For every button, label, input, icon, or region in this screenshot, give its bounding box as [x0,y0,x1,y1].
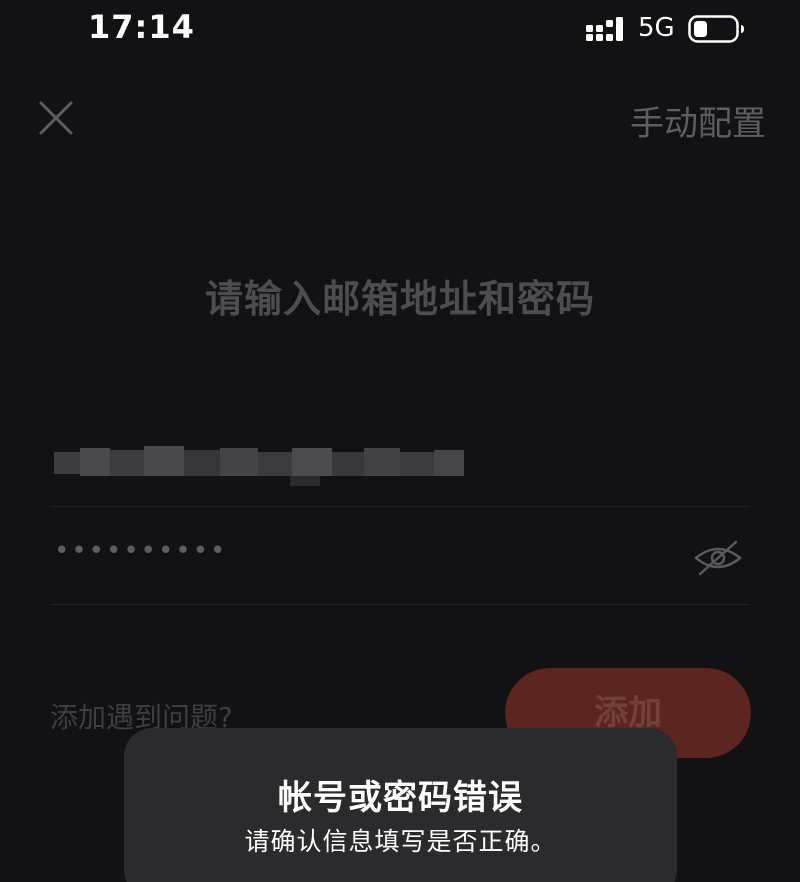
manual-config-button[interactable]: 手动配置 [630,96,766,145]
error-toast: 帐号或密码错误 请确认信息填写是否正确。 [124,728,677,882]
toast-message: 请确认信息填写是否正确。 [244,827,557,856]
battery-icon [688,15,744,43]
password-value: •••••••••• [54,536,228,566]
password-divider [50,604,750,605]
cellular-signal-icon [586,17,623,41]
password-field[interactable]: •••••••••• [50,518,750,600]
status-bar: 17:14 5G [0,0,800,60]
toast-title: 帐号或密码错误 [278,778,523,818]
email-value-obscured [54,438,464,486]
email-field[interactable] [50,420,750,506]
page-title: 请输入邮箱地址和密码 [204,277,595,321]
close-icon[interactable] [34,96,78,140]
network-type-label: 5G [638,13,675,43]
eye-slash-icon[interactable] [692,538,744,578]
email-divider [50,506,750,507]
screen: 17:14 5G 手动配置 请输入邮箱地址和密码 •••••••••• 添加遇到… [0,0,800,882]
status-time: 17:14 [88,8,195,46]
